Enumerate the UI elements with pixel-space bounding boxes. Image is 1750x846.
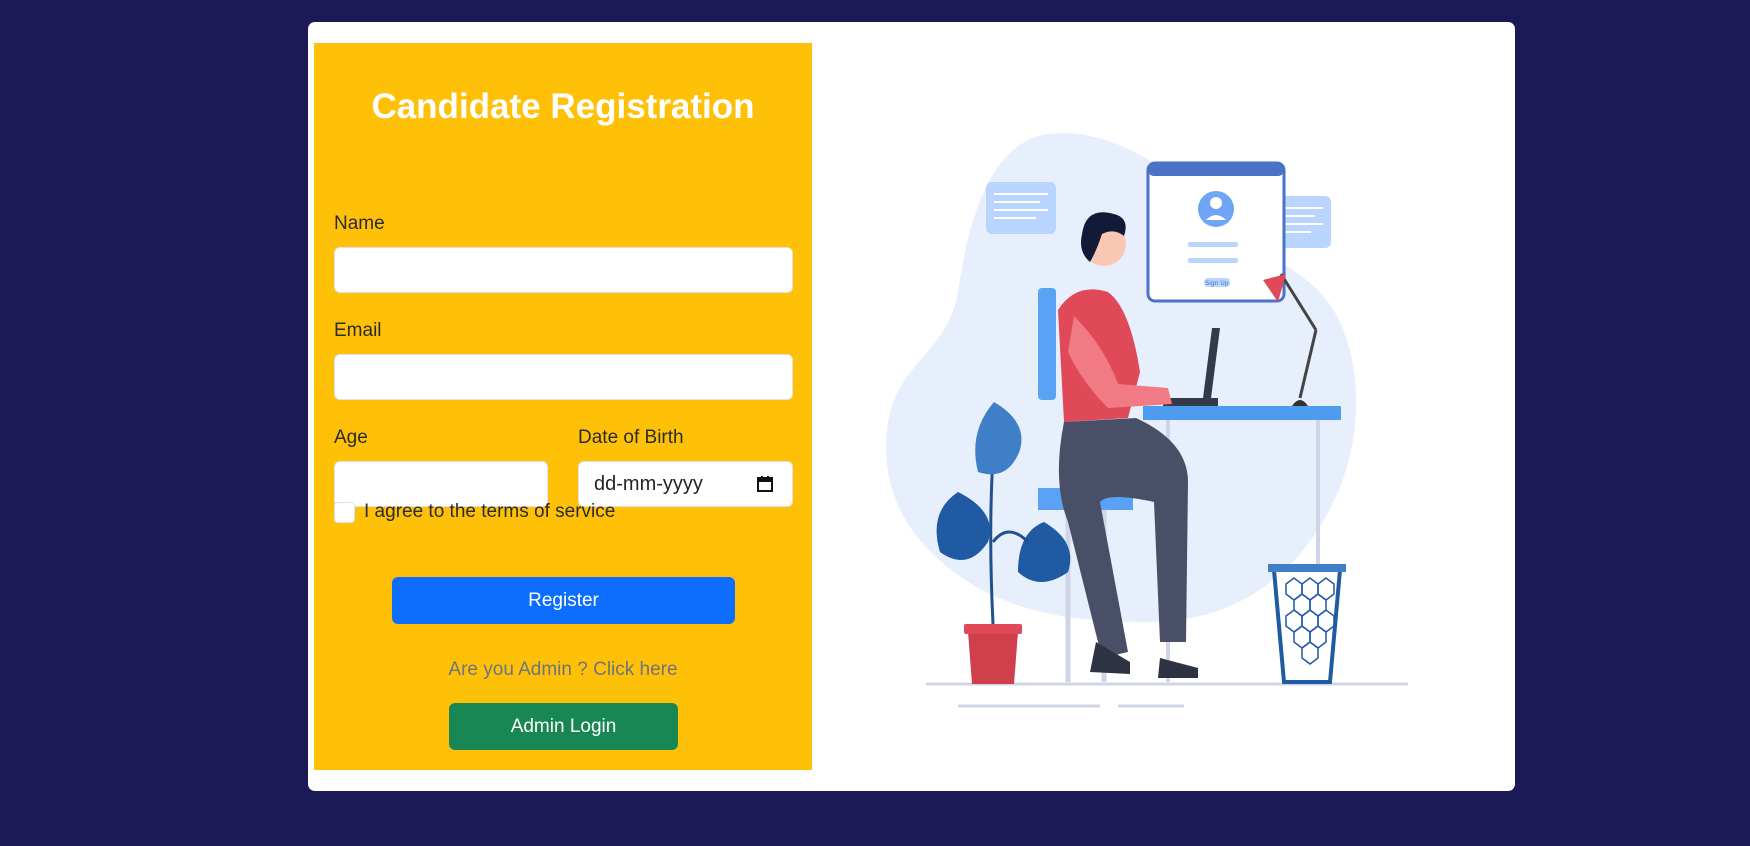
registration-form: Candidate Registration Name Email Age Da… <box>314 43 812 770</box>
name-input[interactable] <box>334 247 793 293</box>
signup-text: Sign Up <box>1205 280 1228 287</box>
registration-card: Candidate Registration Name Email Age Da… <box>308 22 1515 791</box>
admin-login-button[interactable]: Admin Login <box>449 703 678 750</box>
register-button[interactable]: Register <box>392 577 735 624</box>
age-label: Age <box>334 427 368 448</box>
admin-link[interactable]: Are you Admin ? Click here <box>314 659 812 681</box>
calendar-icon[interactable] <box>756 475 774 498</box>
name-label: Name <box>334 213 385 234</box>
terms-label[interactable]: I agree to the terms of service <box>364 501 615 523</box>
email-label: Email <box>334 320 382 341</box>
form-title: Candidate Registration <box>371 87 755 126</box>
email-input[interactable] <box>334 354 793 400</box>
dob-label: Date of Birth <box>578 427 684 448</box>
dob-placeholder: dd-mm-yyyy <box>594 473 703 495</box>
terms-checkbox[interactable] <box>334 502 355 523</box>
workspace-illustration: Sign Up <box>868 102 1428 727</box>
